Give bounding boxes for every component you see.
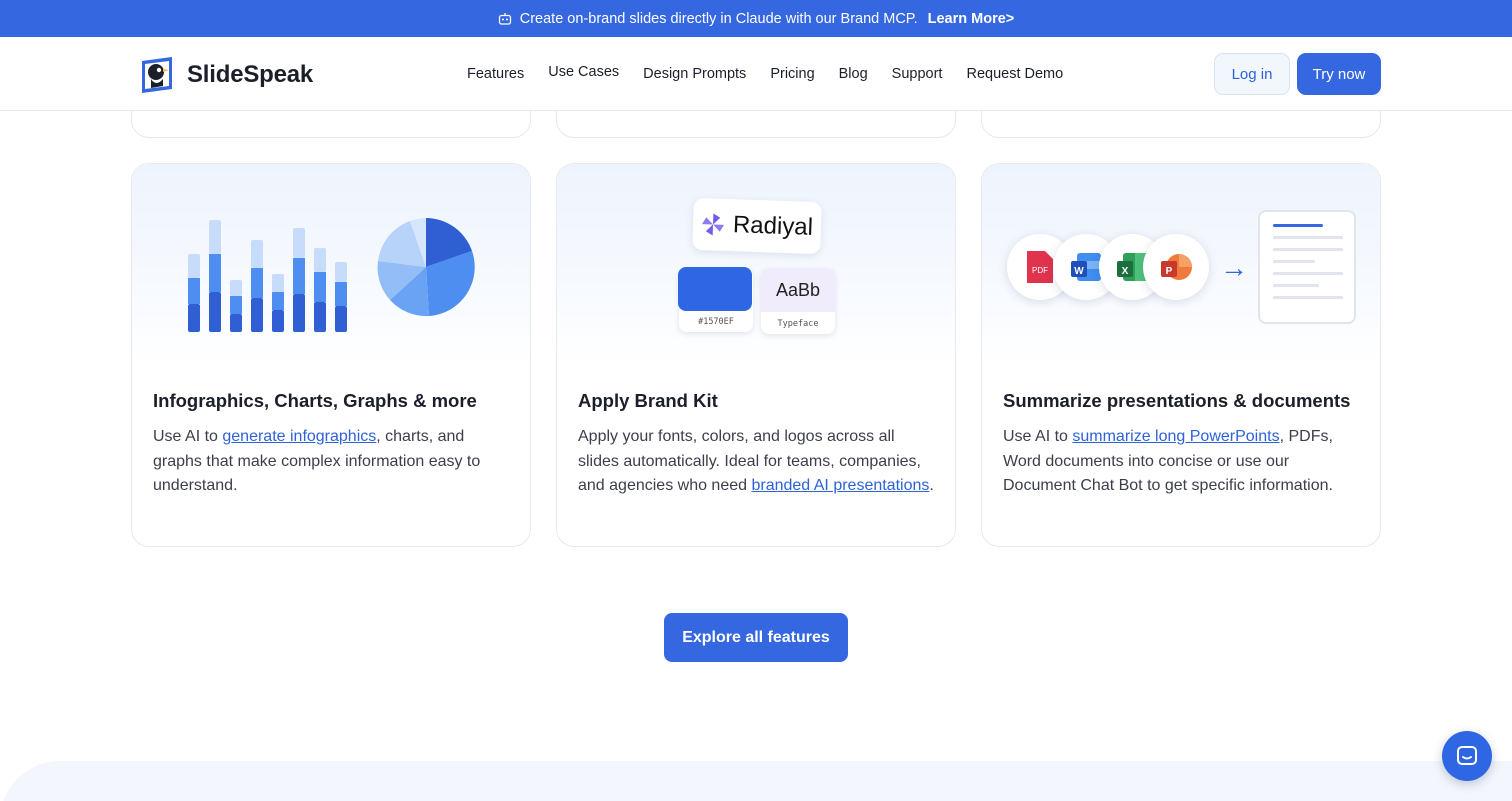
svg-text:X: X: [1122, 266, 1129, 277]
nav-support[interactable]: Support: [892, 66, 943, 82]
feature-card-infographics: Infographics, Charts, Graphs & more Use …: [131, 163, 531, 547]
try-now-button[interactable]: Try now: [1297, 53, 1381, 95]
typeface-label: Typeface: [777, 319, 819, 329]
bar-chart-graphic: [188, 220, 347, 332]
robot-icon: [498, 12, 511, 25]
summary-document-icon: [1258, 210, 1356, 324]
color-swatch: [678, 267, 752, 311]
svg-text:PDF: PDF: [1032, 266, 1048, 275]
nav-pricing[interactable]: Pricing: [770, 66, 814, 82]
nav-features[interactable]: Features: [467, 66, 524, 82]
generate-infographics-link[interactable]: generate infographics: [222, 428, 376, 445]
card-illustration: PDF W X P →: [982, 164, 1380, 364]
feature-card-brand-kit: Radiyal #1570EF AaBb Typeface Apply Bran…: [556, 163, 956, 547]
svg-text:P: P: [1166, 266, 1173, 277]
branded-ai-presentations-link[interactable]: branded AI presentations: [751, 477, 929, 494]
powerpoint-file-icon: P: [1143, 234, 1209, 300]
card-description: Use AI to generate infographics, charts,…: [153, 428, 481, 495]
next-section-background: [0, 761, 1512, 801]
main-nav: Features Use Cases Design Prompts Pricin…: [467, 64, 1087, 82]
chat-icon: [1457, 746, 1477, 765]
feature-card-summarize: PDF W X P → Summarize presentations & do…: [981, 163, 1381, 547]
slidespeak-logo-icon: [142, 57, 172, 93]
site-header: SlideSpeak Features Use Cases Design Pro…: [0, 37, 1512, 111]
learn-more-link[interactable]: Learn More>: [928, 11, 1015, 27]
nav-blog[interactable]: Blog: [839, 66, 868, 82]
color-swatch-card: #1570EF: [678, 267, 753, 332]
arrow-right-icon: →: [1220, 252, 1248, 283]
card-title: Summarize presentations & documents: [1003, 390, 1351, 411]
logo-text: SlideSpeak: [187, 61, 314, 88]
nav-design-prompts[interactable]: Design Prompts: [643, 66, 746, 82]
brand-logo-card: Radiyal: [692, 197, 822, 255]
card-illustration: Radiyal #1570EF AaBb Typeface: [557, 164, 955, 364]
swatch-hex: #1570EF: [698, 317, 734, 327]
nav-use-cases[interactable]: Use Cases: [548, 64, 619, 80]
card-illustration: [132, 164, 530, 364]
nav-request-demo[interactable]: Request Demo: [966, 66, 1063, 82]
pinwheel-icon: [702, 213, 724, 236]
announcement-banner: Create on-brand slides directly in Claud…: [0, 0, 1512, 37]
brand-name: Radiyal: [732, 211, 814, 241]
chat-launcher-button[interactable]: [1442, 731, 1492, 781]
login-button[interactable]: Log in: [1214, 53, 1290, 95]
card-title: Apply Brand Kit: [578, 390, 718, 411]
svg-text:W: W: [1074, 266, 1084, 277]
typeface-sample: AaBb: [761, 268, 835, 312]
explore-all-features-button[interactable]: Explore all features: [664, 613, 848, 662]
card-description: Use AI to summarize long PowerPoints, PD…: [1003, 428, 1333, 495]
logo[interactable]: SlideSpeak: [139, 55, 313, 95]
summarize-powerpoints-link[interactable]: summarize long PowerPoints: [1072, 428, 1279, 445]
charts-illustration: [188, 218, 475, 332]
typeface-card: AaBb Typeface: [761, 268, 835, 334]
banner-text: Create on-brand slides directly in Claud…: [519, 10, 918, 27]
card-description: Apply your fonts, colors, and logos acro…: [578, 428, 934, 495]
pie-chart-graphic: [377, 218, 475, 317]
card-title: Infographics, Charts, Graphs & more: [153, 390, 477, 411]
